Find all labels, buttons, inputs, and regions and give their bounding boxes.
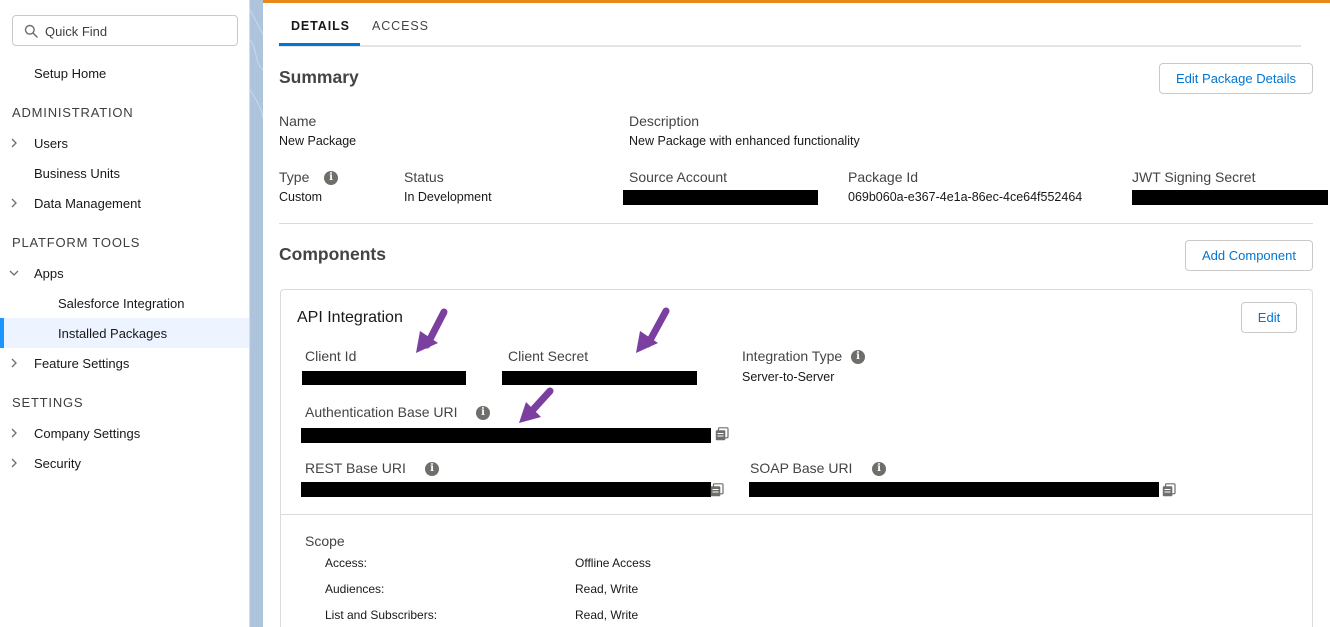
tab-bar: DETAILS ACCESS (279, 3, 1301, 47)
sidebar-item-label: Business Units (34, 166, 120, 181)
chevron-right-icon[interactable] (9, 358, 19, 368)
sidebar-item-setup-home[interactable]: Setup Home (0, 58, 249, 88)
description-label: Description (629, 113, 700, 129)
redacted-client-secret (502, 371, 697, 385)
rest-base-uri-label: REST Base URI (305, 460, 406, 476)
arrow-annotation (416, 308, 448, 353)
add-component-button[interactable]: Add Component (1185, 240, 1313, 271)
section-administration: ADMINISTRATION (12, 105, 134, 120)
sidebar-item-label: Users (34, 136, 68, 151)
main-content: DETAILS ACCESS Summary Edit Package Deta… (263, 3, 1330, 627)
sidebar-item-security[interactable]: Security (0, 448, 249, 478)
card-divider (281, 514, 1312, 515)
redacted-source-account (623, 190, 818, 205)
topographic-pattern (250, 9, 263, 119)
components-heading: Components (279, 244, 386, 264)
summary-heading: Summary (279, 67, 359, 87)
name-value: New Package (279, 134, 357, 148)
section-divider (279, 223, 1313, 224)
type-value: Custom (279, 190, 323, 204)
scope-heading: Scope (305, 533, 345, 549)
redacted-soap-base-uri (749, 482, 1159, 497)
chevron-right-icon[interactable] (9, 138, 19, 148)
active-tab-indicator (279, 43, 360, 46)
client-id-label: Client Id (305, 348, 357, 364)
sidebar-item-salesforce-integration[interactable]: Salesforce Integration (0, 288, 249, 318)
soap-base-uri-label: SOAP Base URI (750, 460, 853, 476)
redacted-client-id (302, 371, 466, 385)
chevron-right-icon[interactable] (9, 458, 19, 468)
copy-icon[interactable] (710, 483, 724, 497)
info-icon[interactable]: i (476, 406, 490, 420)
info-icon[interactable]: i (324, 171, 338, 185)
sidebar-item-apps[interactable]: Apps (0, 258, 249, 288)
sidebar-item-company-settings[interactable]: Company Settings (0, 418, 249, 448)
client-secret-label: Client Secret (508, 348, 589, 364)
sidebar-item-label: Security (34, 456, 81, 471)
scope-audiences-value: Read, Write (575, 582, 639, 596)
package-id-value: 069b060a-e367-4e1a-86ec-4ce64f552464 (848, 190, 1083, 204)
tab-access[interactable]: ACCESS (372, 19, 429, 33)
section-settings: SETTINGS (12, 395, 84, 410)
integration-type-value: Server-to-Server (742, 370, 835, 384)
card-title: API Integration (297, 309, 403, 326)
integration-type-label: Integration Type (742, 348, 843, 364)
decorative-strip (250, 0, 263, 627)
redacted-jwt-secret (1132, 190, 1328, 205)
edit-package-details-button[interactable]: Edit Package Details (1159, 63, 1313, 94)
type-label: Type (279, 169, 310, 185)
copy-icon[interactable] (1162, 483, 1176, 497)
sidebar-item-installed-packages[interactable]: Installed Packages (0, 318, 249, 348)
sidebar-item-feature-settings[interactable]: Feature Settings (0, 348, 249, 378)
quick-find-input[interactable] (45, 21, 230, 41)
info-icon[interactable]: i (872, 462, 886, 476)
sidebar-item-label: Installed Packages (58, 326, 168, 341)
status-label: Status (404, 169, 444, 185)
redacted-rest-base-uri (301, 482, 711, 497)
sidebar-item-label: Salesforce Integration (58, 296, 185, 311)
jwt-signing-secret-label: JWT Signing Secret (1132, 169, 1256, 185)
chevron-right-icon[interactable] (9, 428, 19, 438)
scope-access-label: Access: (325, 556, 368, 570)
arrow-annotation (636, 307, 670, 353)
info-icon[interactable]: i (851, 350, 865, 364)
name-label: Name (279, 113, 317, 129)
sidebar-item-label: Company Settings (34, 426, 141, 441)
sidebar-item-label: Apps (34, 266, 64, 281)
status-value: In Development (404, 190, 492, 204)
scope-list-subscribers-label: List and Subscribers: (325, 608, 438, 622)
sidebar-item-business-units[interactable]: Business Units (0, 158, 249, 188)
chevron-down-icon[interactable] (9, 268, 19, 278)
search-icon (24, 24, 38, 38)
copy-icon[interactable] (715, 427, 729, 441)
chevron-right-icon[interactable] (9, 198, 19, 208)
sidebar-item-label: Data Management (34, 196, 141, 211)
source-account-label: Source Account (629, 169, 728, 185)
setup-sidebar: Setup Home ADMINISTRATION Users Business… (0, 0, 250, 627)
auth-base-uri-label: Authentication Base URI (305, 404, 458, 420)
edit-button[interactable]: Edit (1241, 302, 1297, 333)
scope-list-subscribers-value: Read, Write (575, 608, 639, 622)
quick-find-search[interactable] (12, 15, 238, 46)
info-icon[interactable]: i (425, 462, 439, 476)
package-id-label: Package Id (848, 169, 919, 185)
scope-access-value: Offline Access (575, 556, 651, 570)
redacted-auth-base-uri (301, 428, 711, 443)
scope-audiences-label: Audiences: (325, 582, 385, 596)
description-value: New Package with enhanced functionality (629, 134, 860, 148)
arrow-annotation (519, 387, 554, 423)
sidebar-item-data-management[interactable]: Data Management (0, 188, 249, 218)
sidebar-item-users[interactable]: Users (0, 128, 249, 158)
section-platform-tools: PLATFORM TOOLS (12, 235, 141, 250)
sidebar-item-label: Feature Settings (34, 356, 130, 371)
tab-details[interactable]: DETAILS (291, 19, 350, 33)
sidebar-item-label: Setup Home (34, 66, 107, 81)
